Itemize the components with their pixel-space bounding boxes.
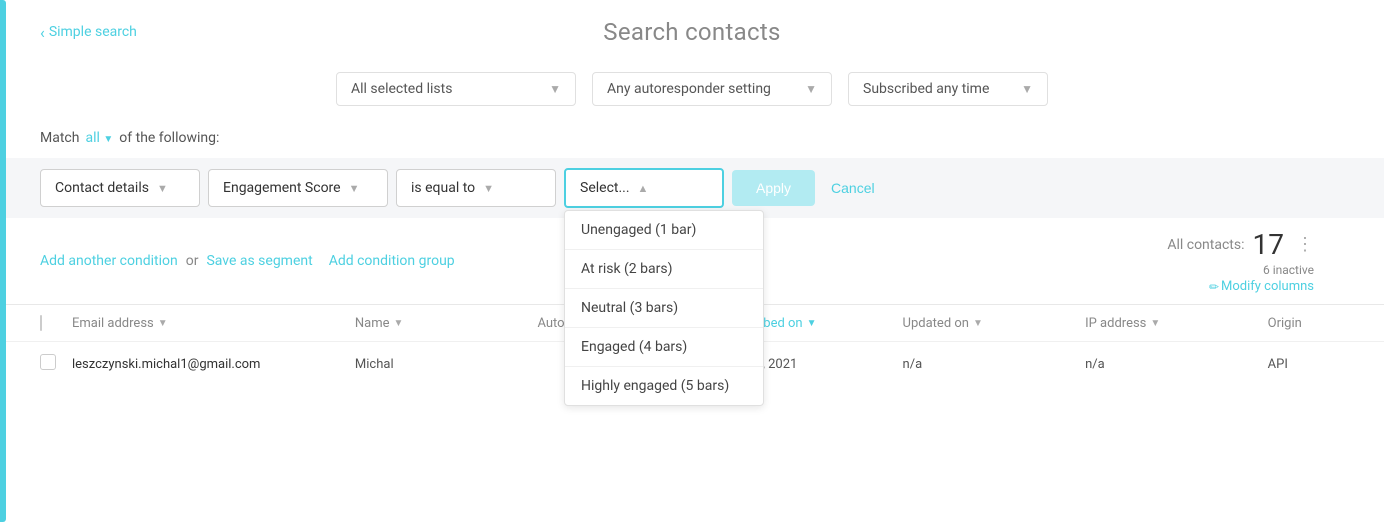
- condition-row: Contact details ▼ Engagement Score ▼ is …: [0, 158, 1384, 218]
- value-select-arrow-icon: ▲: [638, 182, 649, 195]
- field-select-arrow-icon: ▼: [349, 182, 360, 195]
- match-suffix: of the following:: [119, 130, 219, 146]
- match-all-arrow-icon: ▼: [103, 134, 113, 145]
- add-group-link[interactable]: Add condition group: [329, 253, 455, 269]
- contacts-label: All contacts:: [1167, 237, 1244, 253]
- td-email-value: leszczynski.michal1@gmail.com: [72, 357, 260, 372]
- dropdown-option-highly-engaged[interactable]: Highly engaged (5 bars): [565, 367, 763, 405]
- td-checkbox: [0, 354, 56, 374]
- th-name-label: Name: [355, 316, 390, 331]
- counts-and-modify: All contacts: 17 ⋮ 6 inactive ✏ Modify c…: [1167, 228, 1314, 294]
- th-ip-sort-icon: ▼: [1150, 318, 1160, 329]
- subscribed-filter-arrow-icon: ▼: [1021, 82, 1033, 96]
- th-name-sort-icon: ▼: [394, 318, 404, 329]
- category-select[interactable]: Contact details ▼: [40, 169, 200, 207]
- kebab-menu-icon[interactable]: ⋮: [1296, 234, 1314, 255]
- value-select-label: Select...: [580, 180, 630, 196]
- td-origin-value: API: [1268, 357, 1288, 372]
- autoresponder-filter[interactable]: Any autoresponder setting ▼: [592, 72, 832, 106]
- match-row: Match all ▼ of the following:: [0, 122, 1384, 158]
- dropdown-option-engaged[interactable]: Engaged (4 bars): [565, 328, 763, 367]
- autoresponder-filter-arrow-icon: ▼: [805, 82, 817, 96]
- save-segment-link[interactable]: Save as segment: [206, 253, 312, 269]
- subscribed-filter[interactable]: Subscribed any time ▼: [848, 72, 1048, 106]
- value-dropdown-wrapper: Select... ▲ Unengaged (1 bar) At risk (2…: [564, 168, 724, 208]
- apply-button[interactable]: Apply: [732, 170, 815, 206]
- td-origin: API: [1252, 357, 1384, 372]
- chevron-left-icon: ‹: [40, 23, 45, 42]
- dropdown-option-unengaged[interactable]: Unengaged (1 bar): [565, 211, 763, 250]
- td-updated: n/a: [887, 357, 1070, 372]
- modify-columns-link[interactable]: Modify columns: [1221, 279, 1314, 294]
- th-email-label: Email address: [72, 316, 154, 331]
- row-checkbox[interactable]: [40, 354, 56, 370]
- category-select-arrow-icon: ▼: [157, 182, 168, 195]
- value-dropdown-menu: Unengaged (1 bar) At risk (2 bars) Neutr…: [564, 210, 764, 406]
- th-name[interactable]: Name ▼: [339, 316, 522, 331]
- condition-inner: Contact details ▼ Engagement Score ▼ is …: [40, 168, 1344, 208]
- th-checkbox: [0, 315, 56, 331]
- td-name-value: Michal: [355, 357, 394, 372]
- match-all-link[interactable]: all ▼: [85, 130, 113, 146]
- dropdown-option-neutral[interactable]: Neutral (3 bars): [565, 289, 763, 328]
- add-condition-link[interactable]: Add another condition: [40, 253, 178, 269]
- td-updated-value: n/a: [903, 357, 923, 372]
- th-email-sort-icon: ▼: [158, 318, 168, 329]
- match-all-label: all: [85, 130, 99, 146]
- cancel-button[interactable]: Cancel: [823, 170, 883, 206]
- th-subscribed-sort-icon: ▼: [807, 318, 817, 329]
- header-checkbox[interactable]: [40, 315, 42, 331]
- contacts-count-area: All contacts: 17 ⋮ 6 inactive ✏ Modify c…: [1167, 228, 1344, 294]
- subscribed-filter-label: Subscribed any time: [863, 81, 989, 97]
- field-select[interactable]: Engagement Score ▼: [208, 169, 388, 207]
- th-updated-label: Updated on: [903, 316, 969, 331]
- th-origin: Origin: [1252, 316, 1384, 331]
- back-link-label: Simple search: [49, 24, 137, 40]
- actions-row: Add another condition or Save as segment…: [40, 253, 455, 269]
- th-ip[interactable]: IP address ▼: [1069, 316, 1252, 331]
- td-ip: n/a: [1069, 357, 1252, 372]
- operator-select[interactable]: is equal to ▼: [396, 169, 556, 207]
- actions-separator: or: [186, 253, 199, 269]
- top-bar: ‹ Simple search Search contacts: [0, 0, 1384, 56]
- td-email: leszczynski.michal1@gmail.com: [56, 357, 339, 372]
- th-email[interactable]: Email address ▼: [56, 316, 339, 331]
- contacts-count: 17: [1253, 228, 1284, 261]
- value-select[interactable]: Select... ▲: [564, 168, 724, 208]
- match-prefix: Match: [40, 130, 79, 146]
- td-name: Michal: [339, 357, 522, 372]
- inactive-label: 6 inactive: [1263, 263, 1314, 277]
- dropdown-option-at-risk[interactable]: At risk (2 bars): [565, 250, 763, 289]
- autoresponder-filter-label: Any autoresponder setting: [607, 81, 771, 97]
- pencil-icon: ✏: [1209, 280, 1219, 294]
- operator-select-label: is equal to: [411, 180, 475, 196]
- th-updated-sort-icon: ▼: [973, 318, 983, 329]
- td-ip-value: n/a: [1085, 357, 1105, 372]
- field-select-label: Engagement Score: [223, 180, 341, 196]
- category-select-label: Contact details: [55, 180, 149, 196]
- operator-select-arrow-icon: ▼: [483, 182, 494, 195]
- th-ip-label: IP address: [1085, 316, 1146, 331]
- th-updated[interactable]: Updated on ▼: [887, 316, 1070, 331]
- lists-filter-arrow-icon: ▼: [549, 82, 561, 96]
- lists-filter[interactable]: All selected lists ▼: [336, 72, 576, 106]
- filters-row: All selected lists ▼ Any autoresponder s…: [0, 56, 1384, 122]
- th-origin-label: Origin: [1268, 316, 1302, 331]
- page-title: Search contacts: [603, 18, 780, 46]
- sidebar-indicator: [0, 0, 6, 522]
- back-link[interactable]: ‹ Simple search: [40, 23, 137, 42]
- lists-filter-label: All selected lists: [351, 81, 452, 97]
